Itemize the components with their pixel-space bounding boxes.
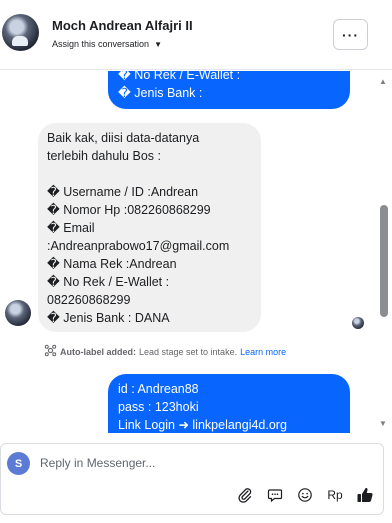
saved-replies-icon[interactable] <box>265 485 285 505</box>
outgoing-message-bubble: id : Andrean88 pass : 123hoki Link Login… <box>108 374 350 433</box>
message-line: � Nama Rek :Andrean <box>47 257 177 271</box>
composer-toolbar: Rp <box>235 484 375 506</box>
auto-label-svg <box>44 344 57 357</box>
thumbs-up-svg <box>357 487 373 502</box>
auto-label-notice: Auto-label added: Lead stage set to inta… <box>44 344 286 360</box>
message-line: � No Rek / E-Wallet : <box>118 71 241 82</box>
scroll-down-arrow-icon[interactable]: ▼ <box>379 419 387 428</box>
assign-conversation-dropdown[interactable]: Assign this conversation ▼ <box>52 39 162 49</box>
message-line: :Andreanprabowo17@gmail.com <box>47 239 230 253</box>
auto-label-text: Lead stage set to intake. <box>139 347 238 357</box>
conversation-header: Moch Andrean Alfajri II Assign this conv… <box>0 0 392 70</box>
auto-label-prefix: Auto-label added: <box>60 347 136 357</box>
incoming-message-bubble: Baik kak, diisi data-datanya terlebih da… <box>38 123 261 332</box>
attachment-icon[interactable] <box>235 485 255 505</box>
message-line: � Jenis Bank : DANA <box>47 311 170 325</box>
contact-avatar[interactable] <box>2 14 39 51</box>
scroll-up-arrow-icon[interactable]: ▲ <box>379 77 387 86</box>
caret-down-icon: ▼ <box>154 39 162 49</box>
message-line: � Jenis Bank : <box>118 86 203 100</box>
auto-label-icon <box>44 344 57 360</box>
scrollbar-thumb[interactable] <box>380 205 388 317</box>
message-line: � Email <box>47 221 95 235</box>
seen-indicator-avatar <box>352 317 364 329</box>
paperclip-svg <box>238 488 252 503</box>
sender-avatar: S <box>7 452 30 475</box>
currency-button[interactable]: Rp <box>325 485 345 505</box>
message-line: 082260868299 <box>47 293 131 307</box>
outgoing-message-bubble: � No Rek / E-Wallet : � Jenis Bank : <box>108 71 350 109</box>
message-line <box>47 165 252 183</box>
message-line: � Username / ID :Andrean <box>47 185 199 199</box>
thread-scrollbar[interactable]: ▲ ▼ <box>377 71 392 433</box>
contact-avatar-small[interactable] <box>5 300 31 326</box>
assign-label: Assign this conversation <box>52 39 150 49</box>
emoji-icon[interactable] <box>295 485 315 505</box>
smiley-svg <box>298 488 312 502</box>
reply-input[interactable]: Reply in Messenger... <box>40 456 155 470</box>
contact-name[interactable]: Moch Andrean Alfajri II <box>52 18 193 33</box>
more-options-button[interactable]: ··· <box>333 19 368 50</box>
learn-more-link[interactable]: Learn more <box>240 347 286 357</box>
message-line: terlebih dahulu Bos : <box>47 149 161 163</box>
message-line: pass : 123hoki <box>118 400 199 414</box>
thumbs-up-icon[interactable] <box>355 485 375 505</box>
message-line: Link Login ➜ linkpelangi4d.org <box>118 418 287 432</box>
message-thread[interactable]: � No Rek / E-Wallet : � Jenis Bank : Bai… <box>0 71 392 433</box>
message-line: Baik kak, diisi data-datanya <box>47 131 200 145</box>
message-line: � No Rek / E-Wallet : <box>47 275 170 289</box>
message-line: id : Andrean88 <box>118 382 199 396</box>
message-composer: S Reply in Messenger... Rp <box>0 443 384 515</box>
chat-bubble-svg <box>267 489 283 503</box>
message-line: � Nomor Hp :082260868299 <box>47 203 211 217</box>
